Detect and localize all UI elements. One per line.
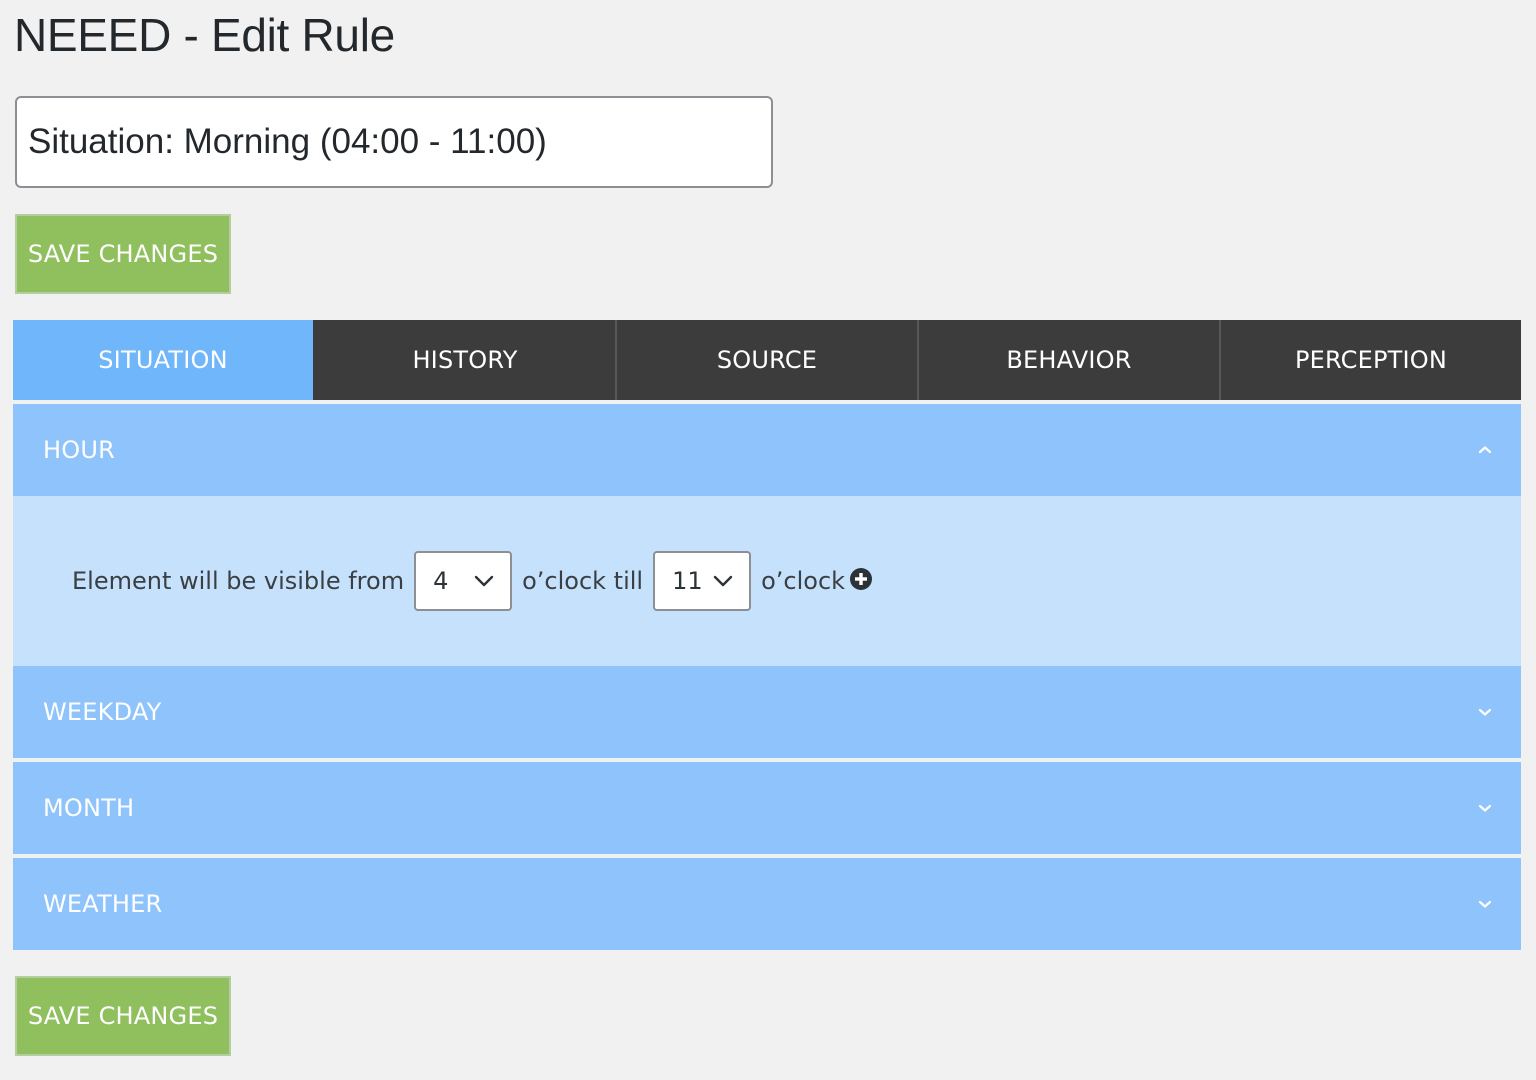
hour-till-select[interactable]: 11 <box>653 551 752 611</box>
tab-situation[interactable]: SITUATION <box>13 320 313 400</box>
section-header-month[interactable]: MONTH <box>13 762 1521 854</box>
hour-suffix-text: o’clock <box>761 567 846 595</box>
tab-source[interactable]: SOURCE <box>615 320 917 400</box>
section-label-weekday: WEEKDAY <box>43 698 162 726</box>
section-header-weather[interactable]: WEATHER <box>13 858 1521 950</box>
chevron-down-icon[interactable] <box>1477 896 1493 912</box>
page-title: NEEED - Edit Rule <box>14 9 395 61</box>
chevron-down-icon[interactable] <box>1477 800 1493 816</box>
tab-bar: SITUATION HISTORY SOURCE BEHAVIOR PERCEP… <box>13 320 1521 400</box>
hour-from-select[interactable]: 4 <box>414 551 513 611</box>
situation-accordion: HOUR Element will be visible from 4 o’cl… <box>13 404 1521 950</box>
chevron-down-icon <box>713 575 733 587</box>
hour-middle-text: o’clock till <box>522 567 644 595</box>
chevron-down-icon <box>474 575 494 587</box>
section-body-hour: Element will be visible from 4 o’clock t… <box>13 496 1521 666</box>
hour-prefix-text: Element will be visible from <box>72 567 405 595</box>
hour-till-value: 11 <box>672 567 703 595</box>
hour-from-value: 4 <box>433 567 449 595</box>
section-label-hour: HOUR <box>43 436 115 464</box>
chevron-up-icon[interactable] <box>1477 442 1493 458</box>
chevron-down-icon[interactable] <box>1477 704 1493 720</box>
plus-circle-icon[interactable] <box>849 567 873 591</box>
save-changes-button-bottom[interactable]: SAVE CHANGES <box>15 976 231 1056</box>
section-label-month: MONTH <box>43 794 135 822</box>
section-header-hour[interactable]: HOUR <box>13 404 1521 496</box>
tab-behavior[interactable]: BEHAVIOR <box>917 320 1219 400</box>
tab-perception[interactable]: PERCEPTION <box>1219 320 1521 400</box>
tab-history[interactable]: HISTORY <box>313 320 615 400</box>
rule-name-input[interactable] <box>15 96 773 188</box>
section-label-weather: WEATHER <box>43 890 163 918</box>
section-header-weekday[interactable]: WEEKDAY <box>13 666 1521 758</box>
save-changes-button-top[interactable]: SAVE CHANGES <box>15 214 231 294</box>
